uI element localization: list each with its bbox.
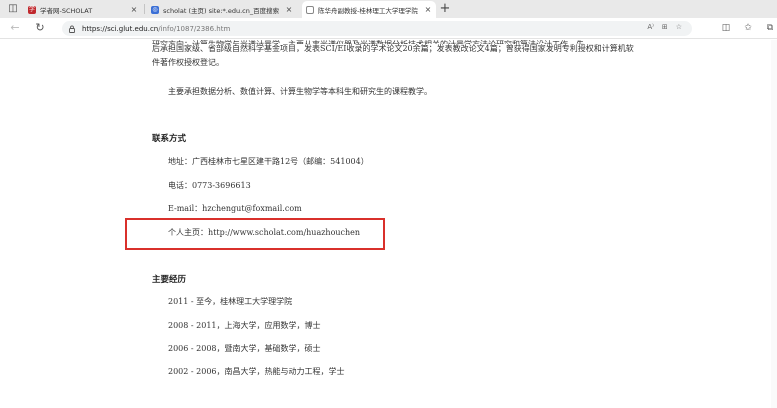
contact-heading: 联系方式 [152, 134, 187, 144]
scholat-favicon-icon: 学 [28, 5, 36, 14]
page-favicon-icon [306, 5, 314, 14]
address-bar[interactable]: https://sci.glut.edu.cn/info/1087/2386.h… [62, 21, 692, 36]
experience-item: 2002 - 2006，南昌大学，热能与动力工程，学士 [168, 367, 345, 376]
tab-title: 学者网-SCHOLAT [40, 6, 93, 15]
refresh-icon[interactable]: ↻ [33, 21, 47, 35]
research-paragraph-line-2: 件著作权授权登记。 [152, 58, 224, 67]
back-arrow-icon[interactable]: ← [8, 21, 22, 35]
contact-phone: 电话：0773-3696613 [168, 181, 251, 190]
app-available-icon[interactable]: ⊞ [662, 23, 668, 31]
collections-icon[interactable]: ⧉ [764, 21, 776, 35]
new-tab-button[interactable]: + [438, 1, 452, 17]
close-tab-icon[interactable]: × [285, 5, 293, 14]
teaching-paragraph: 主要承担数据分析、数值计算、计算生物学等本科生和研究生的课程教学。 [168, 87, 432, 96]
address-bar-actions: A⁾ ⊞ ☆ [647, 23, 682, 31]
tab-title: 陈华舟副教授-桂林理工大学理学院 [318, 6, 418, 15]
research-paragraph: 后承担国家级、省部级自然科学基金项目，发表SCI/EI收录的学术论文20余篇；发… [152, 42, 697, 70]
page-content: 研究方向：计算生物学与光谱计量学。主要从事光谱仪器及光谱数据分析技术相关的计量学… [0, 40, 777, 408]
url-host: https://sci.glut.edu.cn [82, 24, 159, 33]
contact-email: E-mail：hzchengut@foxmail.com [168, 204, 302, 213]
experience-item: 2006 - 2008，暨南大学，基础数学，硕士 [168, 344, 321, 353]
favorites-icon[interactable]: ✩ [742, 21, 754, 35]
tab-bar: ◫ 学 学者网-SCHOLAT × ◎ scholat (主页) site:*.… [0, 0, 777, 18]
browser-toolbar: ← ↻ https://sci.glut.edu.cn/info/1087/23… [0, 18, 777, 39]
tab-title: scholat (主页) site:*.edu.cn_百度搜索 [163, 6, 280, 15]
tab-faculty-page[interactable]: 陈华舟副教授-桂林理工大学理学院 × [302, 1, 436, 18]
lock-icon[interactable] [68, 25, 76, 33]
tab-actions-icon[interactable]: ◫ [6, 3, 20, 15]
contact-address: 地址：广西桂林市七星区建干路12号（邮编：541004） [168, 157, 369, 166]
close-tab-icon[interactable]: × [130, 5, 138, 14]
tab-divider [144, 4, 145, 14]
homepage-highlight-box [125, 218, 385, 250]
read-aloud-icon[interactable]: A⁾ [647, 23, 654, 31]
url-path: /info/1087/2386.htm [158, 24, 231, 33]
split-screen-icon[interactable]: ◫ [720, 21, 732, 35]
experience-heading: 主要经历 [152, 275, 187, 285]
tab-baidu-search[interactable]: ◎ scholat (主页) site:*.edu.cn_百度搜索 × [147, 1, 297, 18]
favorite-star-icon[interactable]: ☆ [676, 23, 682, 31]
baidu-favicon-icon: ◎ [151, 5, 159, 14]
tab-scholat[interactable]: 学 学者网-SCHOLAT × [24, 1, 142, 18]
experience-item: 2008 - 2011，上海大学，应用数学，博士 [168, 321, 321, 330]
close-tab-icon[interactable]: × [424, 5, 432, 14]
research-paragraph-line-1: 后承担国家级、省部级自然科学基金项目，发表SCI/EI收录的学术论文20余篇；发… [152, 44, 634, 53]
experience-item: 2011 - 至今，桂林理工大学理学院 [168, 297, 293, 306]
page-scrollbar[interactable] [771, 40, 777, 408]
